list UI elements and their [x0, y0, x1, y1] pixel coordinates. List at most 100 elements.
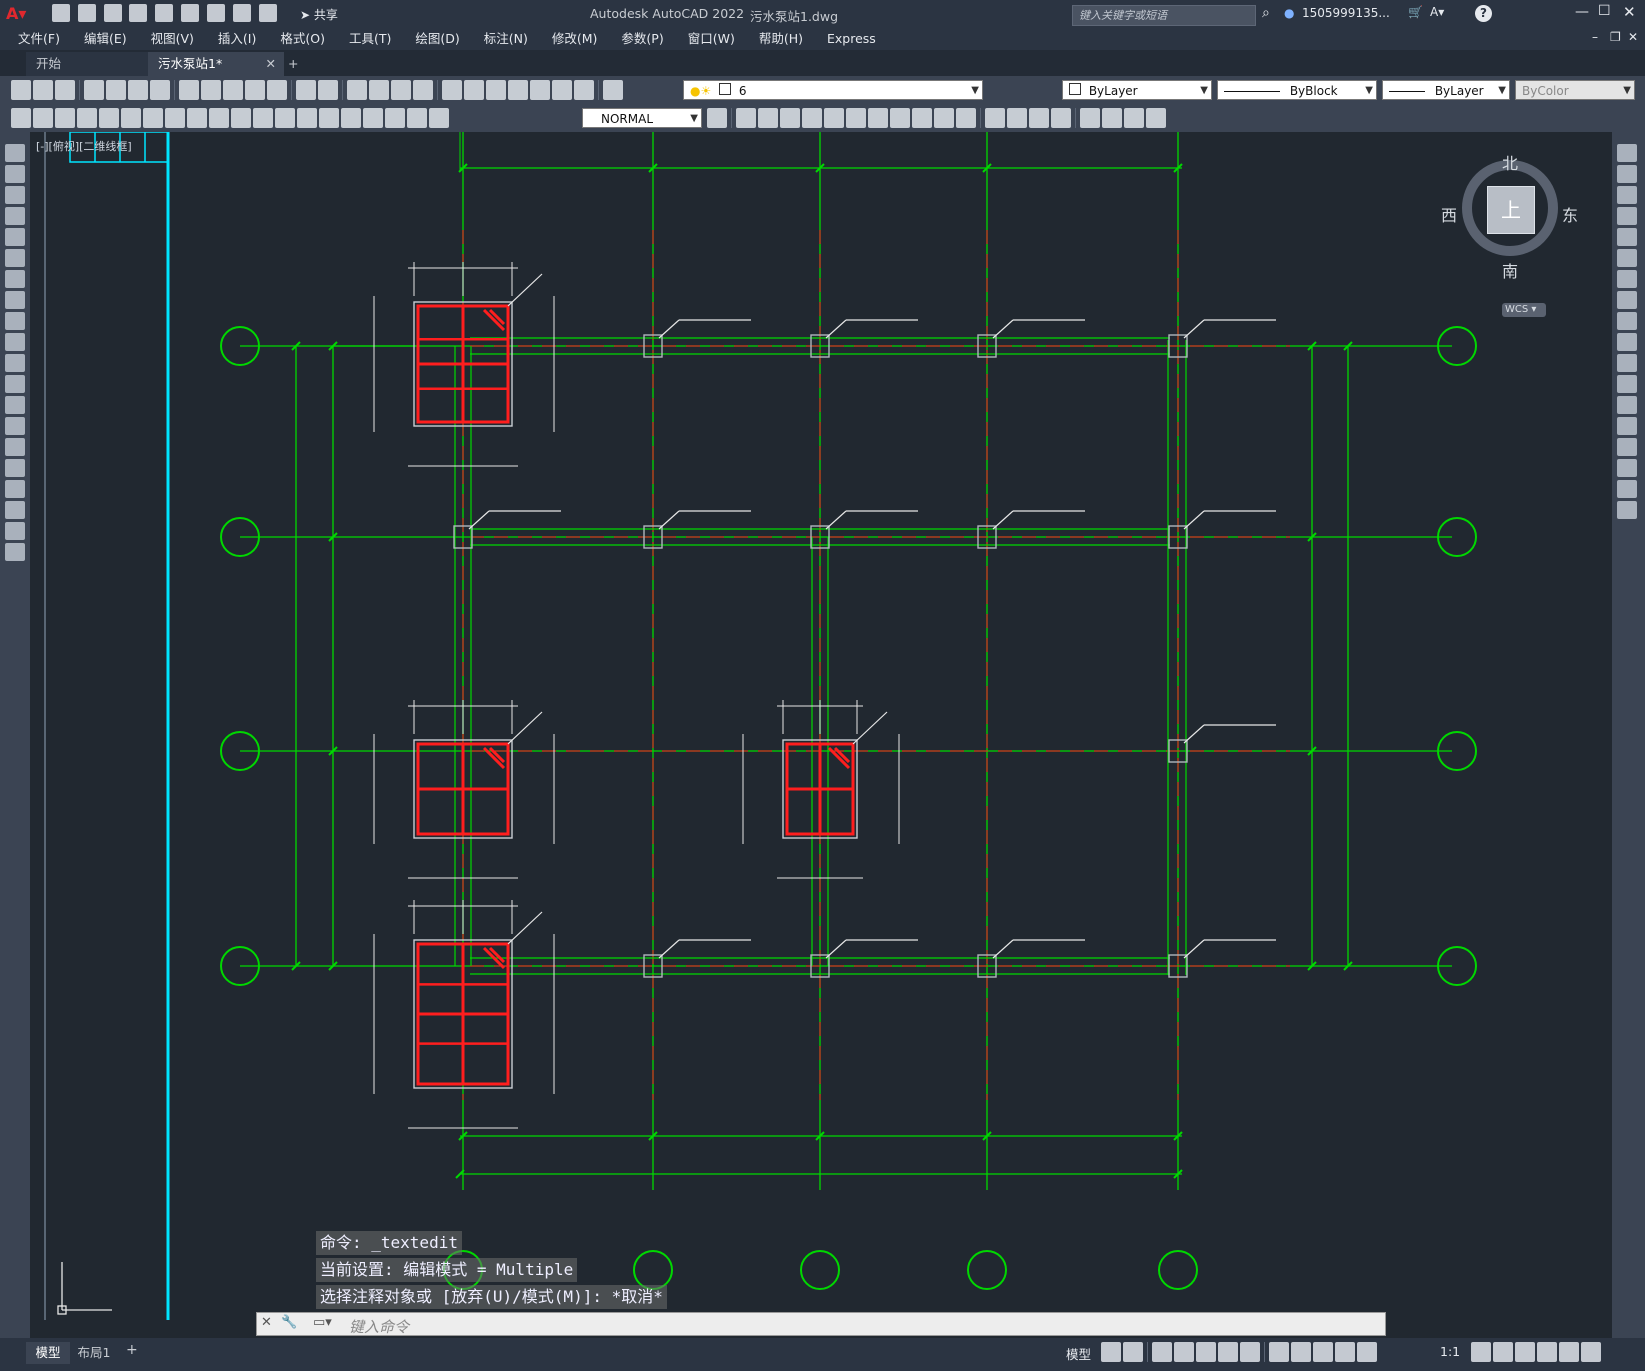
close-icon[interactable]: ✕	[1623, 3, 1636, 21]
break-at-point-icon[interactable]	[1617, 375, 1637, 393]
make-block-icon[interactable]	[5, 396, 25, 414]
block-edit-icon[interactable]	[267, 80, 287, 100]
point-icon[interactable]	[5, 417, 25, 435]
design-center-icon[interactable]	[464, 80, 484, 100]
cart-icon[interactable]: 🛒	[1408, 5, 1423, 19]
menu-item[interactable]: 窗口(W)	[688, 28, 735, 50]
polar-icon[interactable]	[1174, 1342, 1194, 1362]
construction-line-icon[interactable]	[5, 165, 25, 183]
command-input[interactable]: 键入命令	[349, 1316, 409, 1337]
drawing-canvas[interactable]	[30, 132, 1612, 1338]
break-icon[interactable]	[1617, 396, 1637, 414]
dim-baseline-icon[interactable]	[209, 108, 229, 128]
dim-update-icon[interactable]	[429, 108, 449, 128]
redo-icon[interactable]	[258, 4, 277, 22]
menu-item[interactable]: 编辑(E)	[84, 28, 127, 50]
rotate-icon[interactable]	[1617, 270, 1637, 288]
dim-diameter-icon[interactable]	[143, 108, 163, 128]
quickcalc-icon[interactable]	[552, 80, 572, 100]
plot-icon[interactable]	[84, 80, 104, 100]
rectangle-icon[interactable]	[5, 228, 25, 246]
layer-properties-icon[interactable]	[603, 80, 623, 100]
menu-item[interactable]: Express	[827, 28, 876, 50]
doc-restore-icon[interactable]: ❐	[1610, 30, 1621, 44]
hardware-acceleration-icon[interactable]	[1537, 1342, 1557, 1362]
circle-icon[interactable]	[5, 270, 25, 288]
isolate-objects-icon[interactable]	[1515, 1342, 1535, 1362]
open-icon[interactable]	[33, 80, 53, 100]
menu-item[interactable]: 修改(M)	[552, 28, 598, 50]
dim-linear-icon[interactable]	[11, 108, 31, 128]
ucs-world-icon[interactable]	[1102, 108, 1122, 128]
maximize-icon[interactable]: ☐	[1598, 3, 1611, 19]
center-mark-icon[interactable]	[319, 108, 339, 128]
zoom-window-icon[interactable]	[391, 80, 411, 100]
autodesk-a360-icon[interactable]: A▾	[1430, 5, 1444, 19]
tab-layout1[interactable]: 布局1	[72, 1342, 116, 1364]
model-space-button[interactable]: 模型	[1066, 1344, 1091, 1363]
minimize-icon[interactable]: —	[1575, 4, 1589, 20]
dim-style-icon[interactable]	[707, 108, 727, 128]
qnew-icon[interactable]	[11, 80, 31, 100]
viewport-label[interactable]: [-][俯视][二维线框]	[36, 138, 132, 154]
doc-minimize-icon[interactable]: –	[1592, 30, 1598, 44]
web-open-icon[interactable]	[155, 4, 174, 22]
join-icon[interactable]	[1617, 417, 1637, 435]
subtract-icon[interactable]	[846, 108, 866, 128]
pan-icon[interactable]	[347, 80, 367, 100]
user-icon[interactable]: ●	[1284, 6, 1294, 20]
fillet-icon[interactable]	[1617, 459, 1637, 477]
menu-item[interactable]: 文件(F)	[18, 28, 60, 50]
save-icon[interactable]	[103, 4, 122, 22]
polyline-icon[interactable]	[5, 186, 25, 204]
ucs-icon[interactable]	[1080, 108, 1100, 128]
help-icon[interactable]	[574, 80, 594, 100]
union-icon[interactable]	[824, 108, 844, 128]
search-icon[interactable]: ⌕	[1262, 5, 1270, 21]
plot-icon[interactable]	[206, 4, 225, 22]
annotation-monitor-icon[interactable]	[1493, 1342, 1513, 1362]
help-icon[interactable]: ?	[1475, 5, 1492, 22]
redo-icon[interactable]	[318, 80, 338, 100]
customization-icon[interactable]	[1581, 1342, 1601, 1362]
copy-icon[interactable]	[201, 80, 221, 100]
user-name[interactable]: 1505999135...	[1302, 6, 1390, 20]
polygon-icon[interactable]	[5, 207, 25, 225]
2d-osnap-icon[interactable]	[1240, 1342, 1260, 1362]
autoscale-icon[interactable]	[1357, 1342, 1377, 1362]
grid-icon[interactable]	[1101, 1342, 1121, 1362]
ortho-icon[interactable]	[1152, 1342, 1172, 1362]
add-selected-icon[interactable]	[5, 543, 25, 561]
3d-rotate-icon[interactable]	[956, 108, 976, 128]
undo-icon[interactable]	[232, 4, 251, 22]
command-close-icon[interactable]: ✕	[261, 1315, 272, 1330]
render-icon[interactable]	[985, 108, 1005, 128]
menu-item[interactable]: 工具(T)	[349, 28, 391, 50]
mirror-icon[interactable]	[1617, 186, 1637, 204]
menu-item[interactable]: 绘图(D)	[415, 28, 459, 50]
viewcube-south[interactable]: 南	[1502, 258, 1518, 282]
ellipse-icon[interactable]	[5, 333, 25, 351]
erase-icon[interactable]	[1617, 144, 1637, 162]
dim-continue-icon[interactable]	[231, 108, 251, 128]
annotation-visibility-icon[interactable]	[1335, 1342, 1355, 1362]
transparency-icon[interactable]	[1291, 1342, 1311, 1362]
menu-item[interactable]: 插入(I)	[218, 28, 256, 50]
hatch-icon[interactable]	[5, 438, 25, 456]
dim-ordinate-icon[interactable]	[77, 108, 97, 128]
ellipse-arc-icon[interactable]	[5, 354, 25, 372]
camera-icon[interactable]	[1051, 108, 1071, 128]
isodraft-icon[interactable]	[1196, 1342, 1216, 1362]
dim-jogged-icon[interactable]	[121, 108, 141, 128]
paste-icon[interactable]	[223, 80, 243, 100]
revision-cloud-icon[interactable]	[5, 291, 25, 309]
autocad-logo-icon[interactable]: A▾	[6, 4, 26, 23]
jogged-linear-icon[interactable]	[363, 108, 383, 128]
menu-item[interactable]: 标注(N)	[484, 28, 528, 50]
saveas-icon[interactable]	[129, 4, 148, 22]
inspect-icon[interactable]	[341, 108, 361, 128]
dim-angular-icon[interactable]	[165, 108, 185, 128]
chamfer-icon[interactable]	[1617, 438, 1637, 456]
arc-icon[interactable]	[5, 249, 25, 267]
tab-document[interactable]: 污水泵站1* ✕	[148, 52, 284, 76]
